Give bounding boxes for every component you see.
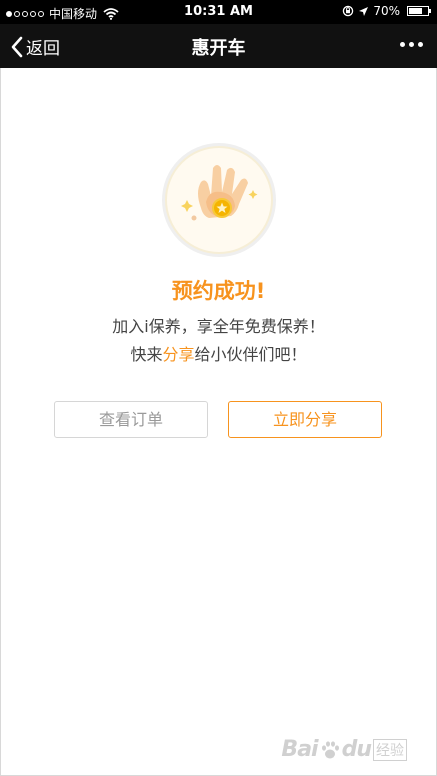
share-invite-suffix: 给小伙伴们吧！ [194, 345, 307, 364]
baidu-jingyan-watermark: Bai du 经验 [281, 737, 407, 762]
status-right: 70% [342, 4, 431, 18]
share-invite-highlight: 分享 [162, 345, 195, 364]
more-dot [418, 42, 423, 47]
share-invite-text: 快来分享给小伙伴们吧！ [0, 341, 437, 365]
status-bar: 中国移动 10:31 AM 70% [0, 0, 437, 24]
screen-frame [0, 0, 437, 776]
more-dot [400, 42, 405, 47]
success-title: 预约成功! [171, 279, 266, 303]
rotation-lock-icon [343, 5, 354, 17]
share-invite-prefix: 快来 [130, 345, 163, 364]
ok-hand-coin-icon [162, 143, 276, 257]
battery-icon [407, 6, 431, 16]
more-dot [409, 42, 414, 47]
more-button[interactable] [398, 36, 425, 53]
page-title: 惠开车 [191, 38, 246, 59]
location-arrow-icon [359, 6, 369, 16]
battery-fill [409, 8, 422, 14]
battery-percent: 70% [373, 4, 400, 18]
share-now-button[interactable]: 立即分享 [228, 401, 382, 438]
paw-icon [321, 740, 339, 758]
view-order-button[interactable]: 查看订单 [54, 401, 208, 438]
nav-bar: 返回 惠开车 [0, 24, 437, 68]
promo-text: 加入i保养，享全年免费保养！ [112, 317, 325, 336]
